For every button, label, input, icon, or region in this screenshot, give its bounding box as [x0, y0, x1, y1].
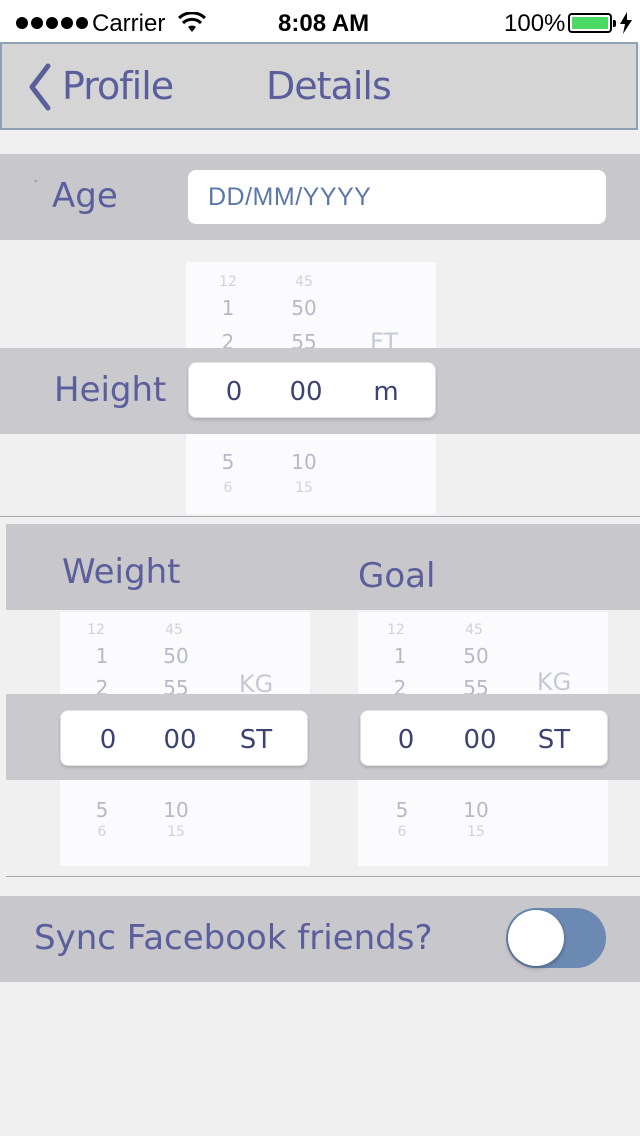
charging-icon: [620, 12, 632, 34]
toggle-knob: [508, 910, 564, 966]
weight-label: Weight: [62, 552, 181, 592]
wifi-icon: [178, 12, 206, 32]
divider: [0, 516, 640, 517]
clock: 8:08 AM: [278, 10, 370, 37]
carrier-label: Carrier: [92, 10, 166, 37]
goal-label: Goal: [358, 556, 436, 596]
age-label: Age: [52, 176, 118, 216]
weight-selection[interactable]: 0 00 ST: [60, 710, 308, 766]
battery-percent: 100%: [504, 10, 566, 37]
sync-toggle[interactable]: [506, 908, 606, 968]
battery-icon: [568, 13, 616, 33]
back-label[interactable]: Profile: [62, 64, 174, 108]
nav-bar: Profile Details: [0, 42, 638, 130]
chevron-left-icon: [29, 63, 51, 111]
sync-label: Sync Facebook friends?: [34, 918, 433, 958]
signal-icon: [16, 16, 91, 34]
page-title: Details: [266, 64, 392, 108]
age-placeholder: DD/MM/YYYY: [208, 183, 372, 211]
height-selection[interactable]: 0 00 m: [188, 362, 436, 418]
age-input[interactable]: DD/MM/YYYY: [188, 170, 606, 224]
divider: [6, 876, 640, 877]
height-label: Height: [54, 370, 167, 410]
goal-selection[interactable]: 0 00 ST: [360, 710, 608, 766]
status-bar: Carrier 8:08 AM 100%: [0, 0, 640, 44]
